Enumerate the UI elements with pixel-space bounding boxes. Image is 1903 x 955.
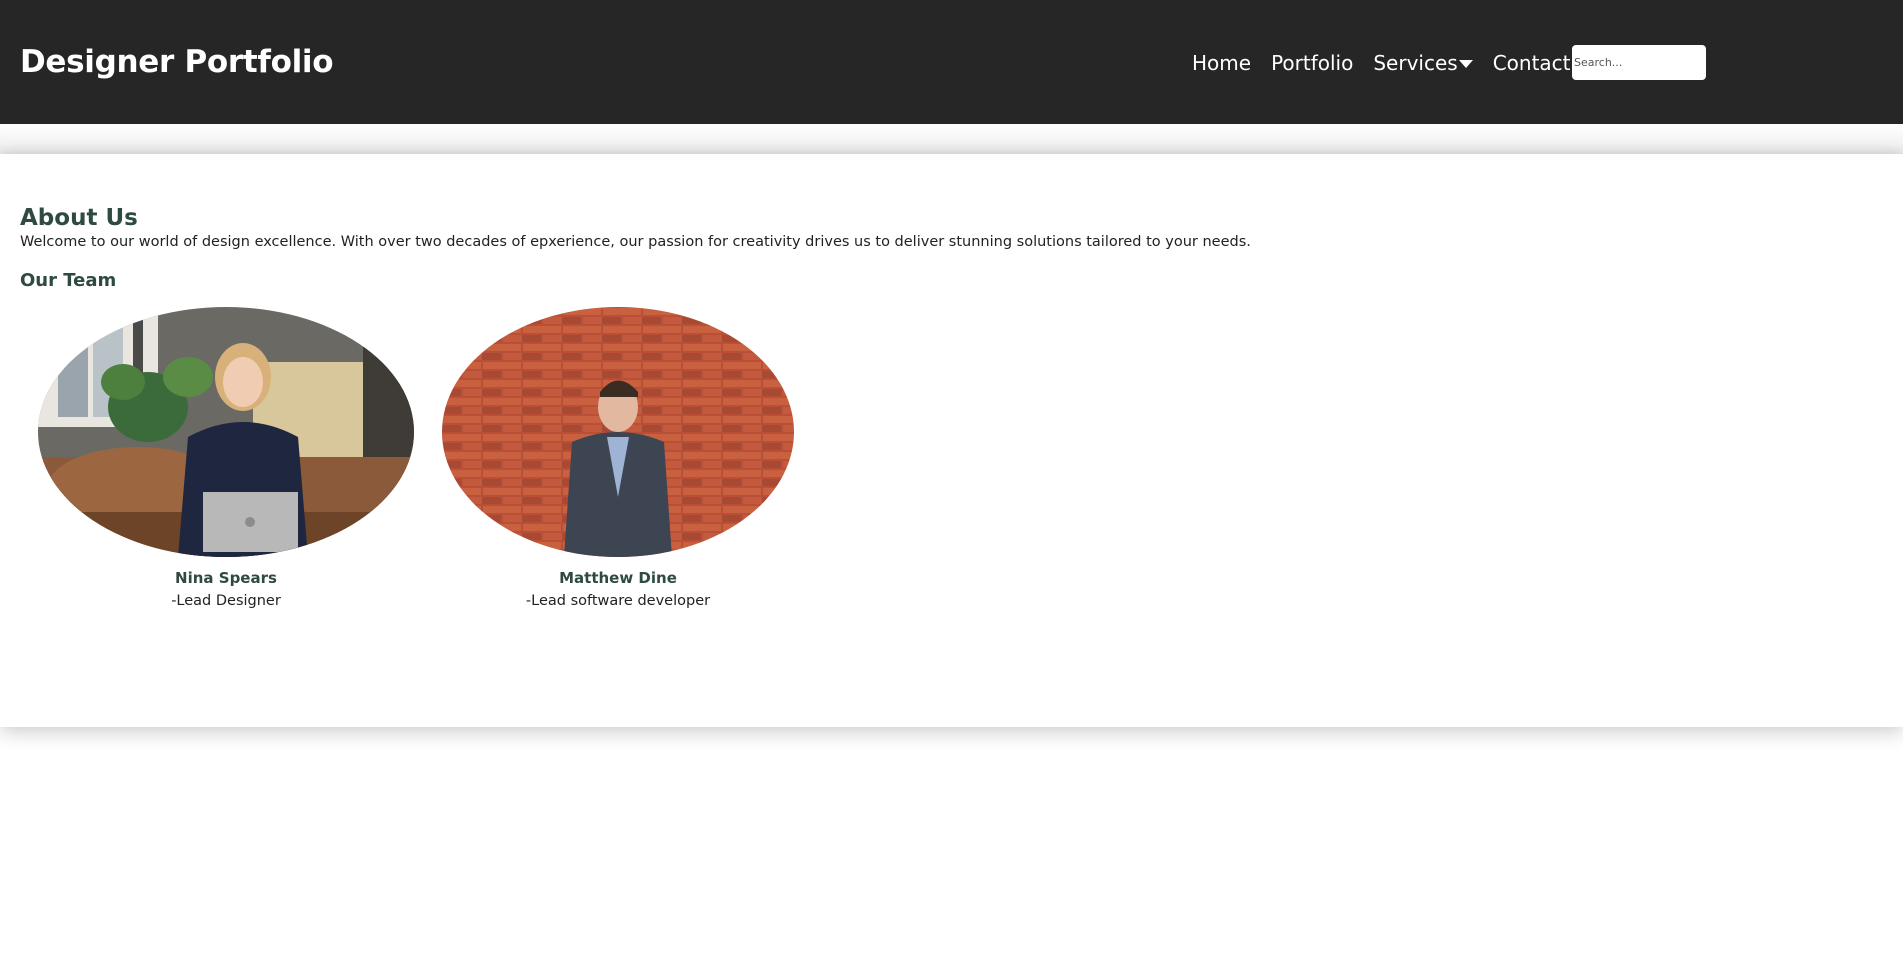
team-member-card: Nina Spears -Lead Designer <box>38 307 414 611</box>
site-header: Designer Portfolio Home Portfolio Servic… <box>0 0 1903 124</box>
member-photo <box>38 307 414 557</box>
team-member-card: Matthew Dine -Lead software developer <box>442 307 794 611</box>
caret-down-icon <box>1458 60 1473 68</box>
site-brand[interactable]: Designer Portfolio <box>20 42 334 82</box>
nav-services[interactable]: Services <box>1373 48 1473 78</box>
main-nav: Home Portfolio Services Contact <box>1192 48 1571 78</box>
about-section: About Us Welcome to our world of design … <box>0 154 1903 727</box>
team-title: Our Team <box>20 270 117 291</box>
nav-portfolio[interactable]: Portfolio <box>1271 48 1353 78</box>
about-title: About Us <box>20 205 138 231</box>
search-input[interactable] <box>1572 45 1706 80</box>
about-text: Welcome to our world of design excellenc… <box>20 234 1251 250</box>
nav-home[interactable]: Home <box>1192 48 1251 78</box>
member-role: -Lead software developer <box>525 593 711 609</box>
member-photo-image <box>442 307 794 557</box>
member-photo-image <box>38 307 414 557</box>
member-role: -Lead Designer <box>171 593 281 609</box>
member-photo <box>442 307 794 557</box>
member-name: Nina Spears <box>175 569 277 587</box>
section-divider <box>0 124 1903 154</box>
nav-contact[interactable]: Contact <box>1493 48 1571 78</box>
member-name: Matthew Dine <box>559 569 677 587</box>
nav-services-label: Services <box>1373 51 1458 75</box>
